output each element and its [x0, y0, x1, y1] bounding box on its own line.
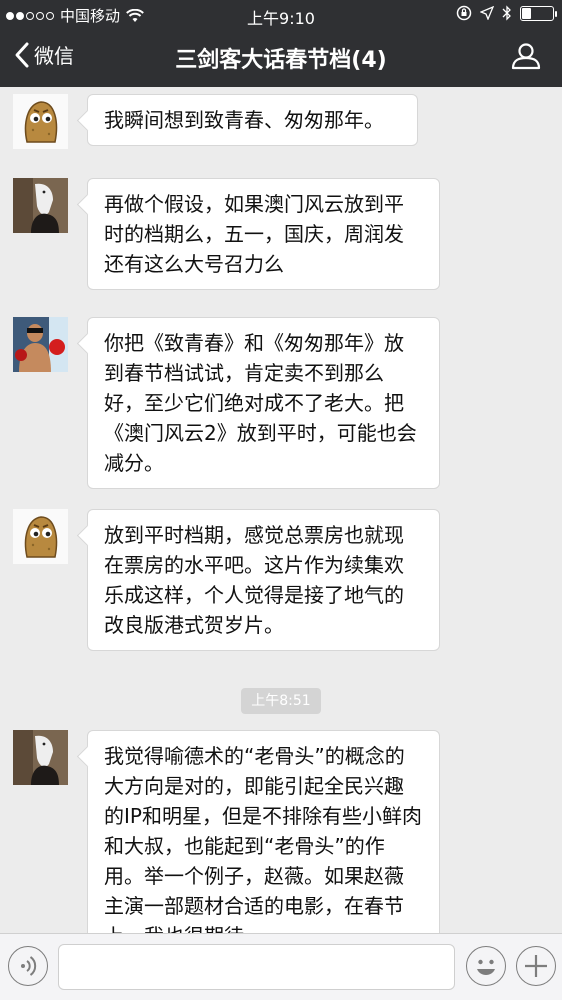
message-bubble[interactable]: 再做个假设，如果澳门风云放到平时的档期么，五一，国庆，周润发还有这么大号召力么: [87, 178, 440, 290]
smiley-icon: [477, 959, 495, 975]
status-bar: 中国移动 上午9:10: [0, 0, 562, 28]
message-text: 我觉得喻德术的“老骨头”的概念的大方向是对的，即能引起全民兴趣的IP和明星，但是…: [104, 744, 422, 933]
battery-icon: [520, 5, 557, 21]
input-toolbar: [0, 933, 562, 1000]
message-text: 我瞬间想到致青春、匆匆那年。: [104, 108, 384, 132]
group-info-button[interactable]: [510, 42, 542, 74]
plus-icon: [525, 955, 547, 977]
message-bubble[interactable]: 你把《致青春》和《匆匆那年》放到春节档试试，肯定卖不到那么好，至少它们绝对成不了…: [87, 317, 440, 489]
message-list[interactable]: 我瞬间想到致青春、匆匆那年。 再做个假设，如果澳门风云放到平时的档期么，五一，国…: [0, 87, 562, 933]
horse-mask-avatar[interactable]: [13, 730, 68, 785]
potato-avatar[interactable]: [13, 94, 68, 149]
potato-avatar[interactable]: [13, 509, 68, 564]
location-icon: [480, 6, 494, 20]
horse-mask-avatar[interactable]: [13, 178, 68, 233]
boxer-avatar[interactable]: [13, 317, 68, 372]
message-timestamp: 上午8:51: [241, 688, 321, 714]
message-input[interactable]: [58, 944, 455, 990]
emoji-button[interactable]: [466, 946, 506, 986]
more-options-button[interactable]: [516, 946, 556, 986]
message-bubble[interactable]: 我觉得喻德术的“老骨头”的概念的大方向是对的，即能引起全民兴趣的IP和明星，但是…: [87, 730, 440, 933]
potato-avatar-image: [13, 509, 68, 564]
person-icon: [511, 43, 541, 70]
bluetooth-icon: [502, 5, 511, 21]
navigation-bar: 微信 三剑客大话春节档(4): [0, 28, 562, 87]
top-bar: 中国移动 上午9:10 微信 三剑客大话春节档(4): [0, 0, 562, 87]
horse-mask-avatar-image: [13, 730, 68, 785]
message-bubble[interactable]: 我瞬间想到致青春、匆匆那年。: [87, 94, 418, 146]
potato-avatar-image: [13, 94, 68, 149]
message-text: 放到平时档期，感觉总票房也就现在票房的水平吧。这片作为续集欢乐成这样，个人觉得是…: [104, 523, 404, 637]
horse-mask-avatar-image: [13, 178, 68, 233]
message-text: 你把《致青春》和《匆匆那年》放到春节档试试，肯定卖不到那么好，至少它们绝对成不了…: [104, 331, 417, 475]
status-right: [456, 5, 557, 21]
voice-icon: [21, 956, 37, 976]
rotation-lock-icon: [456, 5, 472, 21]
message-bubble[interactable]: 放到平时档期，感觉总票房也就现在票房的水平吧。这片作为续集欢乐成这样，个人觉得是…: [87, 509, 440, 651]
boxer-avatar-image: [13, 317, 68, 372]
message-text: 再做个假设，如果澳门风云放到平时的档期么，五一，国庆，周润发还有这么大号召力么: [104, 192, 404, 276]
voice-input-button[interactable]: [8, 946, 48, 986]
chat-title: 三剑客大话春节档(4): [175, 48, 387, 73]
